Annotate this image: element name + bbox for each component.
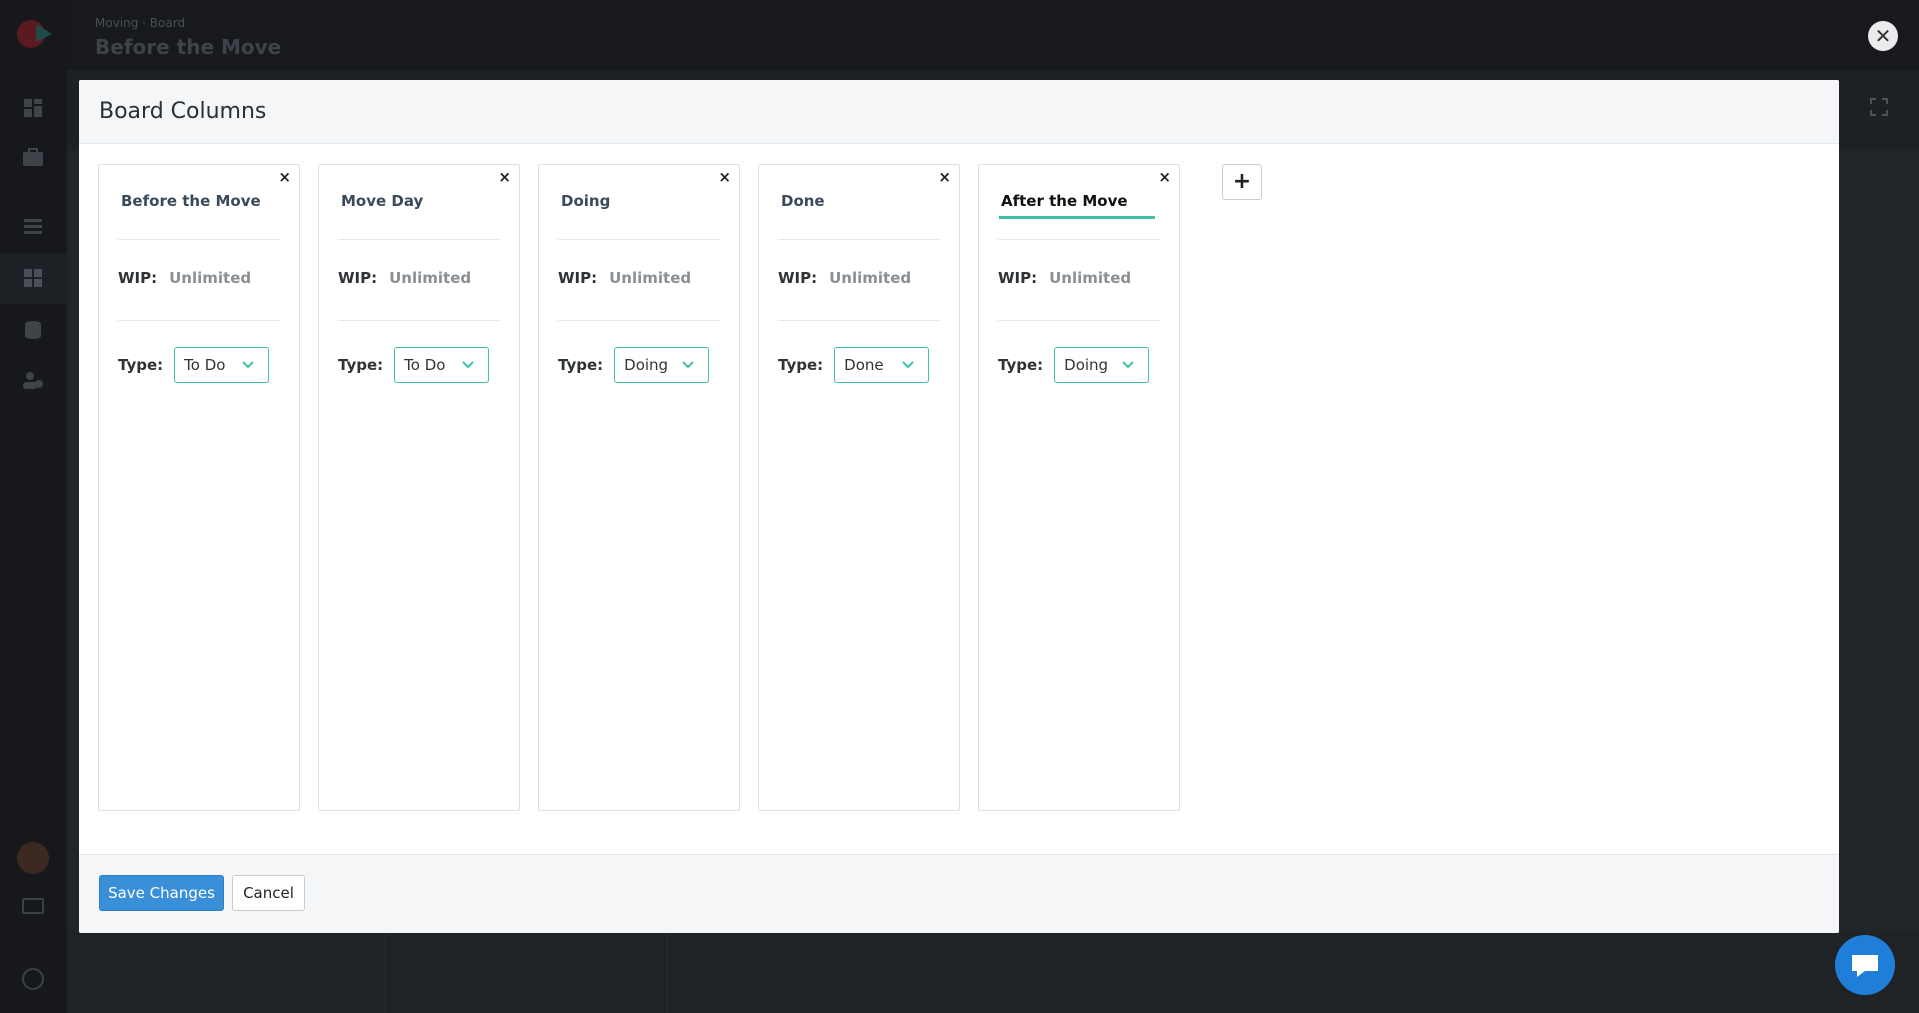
remove-column-button[interactable]: × (278, 169, 291, 185)
divider (998, 239, 1160, 240)
wip-value[interactable]: Unlimited (609, 269, 691, 287)
column-name-wrap (559, 185, 719, 219)
column-name-wrap (339, 185, 499, 219)
cancel-button[interactable]: Cancel (232, 875, 305, 911)
wip-label: WIP: (118, 269, 158, 287)
type-row: Type: To Do (338, 347, 490, 383)
board-columns-modal: Board Columns × WIP: Unlimited Type: T (79, 80, 1839, 933)
column-card: × WIP: Unlimited Type: Doing (978, 164, 1180, 811)
type-row: Type: Doing (558, 347, 710, 383)
add-column-button[interactable]: + (1222, 164, 1262, 200)
remove-column-button[interactable]: × (498, 169, 511, 185)
wip-row: WIP: Unlimited (998, 269, 1131, 287)
column-type-select[interactable]: Doing (1054, 347, 1150, 383)
database-icon[interactable] (21, 318, 45, 342)
wip-label: WIP: (998, 269, 1038, 287)
column-type-select[interactable]: To Do (394, 347, 490, 383)
app-sidebar (0, 0, 67, 1013)
chat-launcher-button[interactable] (1835, 935, 1895, 995)
wip-value[interactable]: Unlimited (829, 269, 911, 287)
column-name-input[interactable] (779, 185, 939, 216)
column-type-select[interactable]: Doing (614, 347, 710, 383)
column-name-input[interactable] (999, 185, 1155, 216)
column-type-select[interactable]: To Do (174, 347, 270, 383)
chevron-down-icon (242, 361, 254, 369)
breadcrumb[interactable]: Moving · Board (95, 16, 185, 30)
divider (998, 320, 1160, 321)
chevron-down-icon (902, 361, 914, 369)
portfolio-icon[interactable] (21, 146, 45, 170)
page-title: Before the Move (95, 35, 282, 59)
type-select-value: To Do (404, 356, 446, 374)
type-label: Type: (778, 356, 824, 374)
remove-column-button[interactable]: × (1158, 169, 1171, 185)
type-row: Type: Doing (998, 347, 1150, 383)
column-card: × WIP: Unlimited Type: To Do (318, 164, 520, 811)
wip-row: WIP: Unlimited (778, 269, 911, 287)
divider (778, 239, 940, 240)
columns-list: × WIP: Unlimited Type: To Do (98, 164, 1198, 811)
wip-value[interactable]: Unlimited (169, 269, 251, 287)
app-header (67, 0, 1919, 70)
divider (778, 320, 940, 321)
wip-label: WIP: (338, 269, 378, 287)
column-name-wrap (779, 185, 939, 219)
chat-icon (1852, 955, 1878, 977)
wip-label: WIP: (558, 269, 598, 287)
chevron-down-icon (682, 361, 694, 369)
wip-row: WIP: Unlimited (118, 269, 251, 287)
modal-title: Board Columns (99, 99, 267, 124)
modal-body: × WIP: Unlimited Type: To Do (79, 144, 1839, 854)
type-select-value: Doing (624, 356, 669, 374)
type-label: Type: (558, 356, 604, 374)
type-row: Type: Done (778, 347, 930, 383)
divider (338, 239, 500, 240)
app-board-area (67, 933, 1919, 1013)
type-label: Type: (998, 356, 1044, 374)
board-icon[interactable] (21, 266, 45, 290)
chevron-down-icon (1122, 361, 1134, 369)
fullscreen-icon[interactable] (1869, 97, 1889, 117)
app-logo (17, 20, 52, 48)
wip-row: WIP: Unlimited (338, 269, 471, 287)
type-select-value: Doing (1064, 356, 1109, 374)
divider (118, 320, 280, 321)
column-card: × WIP: Unlimited Type: Done (758, 164, 960, 811)
dashboard-icon[interactable] (21, 96, 45, 120)
type-row: Type: To Do (118, 347, 270, 383)
type-label: Type: (118, 356, 164, 374)
remove-column-button[interactable]: × (718, 169, 731, 185)
close-modal-button[interactable]: ✕ (1868, 21, 1898, 51)
divider (558, 320, 720, 321)
column-card: × WIP: Unlimited Type: Doing (538, 164, 740, 811)
billing-icon[interactable] (22, 898, 44, 914)
divider (118, 239, 280, 240)
divider (338, 320, 500, 321)
team-settings-icon[interactable] (21, 368, 45, 392)
type-label: Type: (338, 356, 384, 374)
modal-footer: Save Changes Cancel (79, 854, 1839, 933)
type-select-value: To Do (184, 356, 226, 374)
logout-icon[interactable] (22, 968, 44, 990)
modal-header: Board Columns (79, 80, 1839, 144)
column-name-input[interactable] (119, 185, 279, 216)
wip-label: WIP: (778, 269, 818, 287)
wip-row: WIP: Unlimited (558, 269, 691, 287)
wip-value[interactable]: Unlimited (1049, 269, 1131, 287)
column-name-wrap (119, 185, 279, 219)
column-name-wrap (999, 185, 1155, 219)
column-name-input[interactable] (339, 185, 499, 216)
type-select-value: Done (844, 356, 884, 374)
save-changes-button[interactable]: Save Changes (99, 875, 224, 911)
list-icon[interactable] (21, 214, 45, 238)
wip-value[interactable]: Unlimited (389, 269, 471, 287)
column-type-select[interactable]: Done (834, 347, 930, 383)
column-card: × WIP: Unlimited Type: To Do (98, 164, 300, 811)
user-avatar[interactable] (17, 842, 49, 874)
divider (558, 239, 720, 240)
chevron-down-icon (462, 361, 474, 369)
column-name-input[interactable] (559, 185, 719, 216)
remove-column-button[interactable]: × (938, 169, 951, 185)
